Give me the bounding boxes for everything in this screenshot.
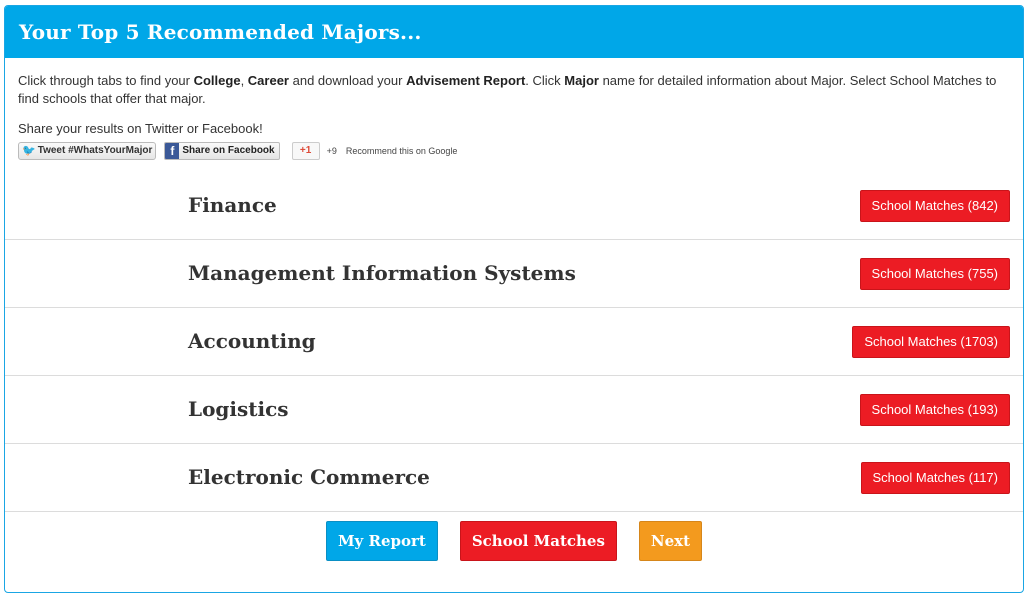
social-buttons: 🐦 Tweet #WhatsYourMajor f Share on Faceb… — [18, 140, 1009, 162]
school-matches-main-button[interactable]: School Matches — [459, 521, 617, 561]
panel-title: Your Top 5 Recommended Majors... — [19, 20, 422, 44]
major-row: Accounting School Matches (1703) — [5, 308, 1023, 376]
major-row: Finance School Matches (842) — [5, 172, 1023, 240]
major-row: Logistics School Matches (193) — [5, 376, 1023, 444]
school-matches-button[interactable]: School Matches (117) — [860, 462, 1010, 494]
action-bar: My Report School Matches Next — [5, 521, 1023, 561]
college-keyword: College — [193, 73, 241, 88]
major-name-link[interactable]: Finance — [188, 172, 277, 239]
twitter-bird-icon: 🐦 — [22, 145, 36, 157]
instructions-part: . Click — [525, 73, 565, 88]
intro-section: Click through tabs to find your College,… — [5, 58, 1023, 162]
instructions-text: Click through tabs to find your College,… — [18, 72, 1009, 108]
my-report-button[interactable]: My Report — [325, 521, 438, 561]
next-button[interactable]: Next — [638, 521, 703, 561]
gplus-label: +1 — [299, 145, 312, 156]
instructions-part: , — [240, 73, 248, 88]
gplus-recommend-text: Recommend this on Google — [345, 146, 458, 156]
facebook-label: Share on Facebook — [182, 145, 275, 156]
major-keyword: Major — [564, 73, 599, 88]
major-name-link[interactable]: Electronic Commerce — [188, 444, 430, 511]
google-plus-one-button[interactable]: +1 — [291, 142, 320, 160]
school-matches-button[interactable]: School Matches (193) — [859, 394, 1010, 426]
tweet-button[interactable]: 🐦 Tweet #WhatsYourMajor — [18, 142, 157, 160]
majors-list: Finance School Matches (842) Management … — [5, 172, 1023, 512]
major-name-link[interactable]: Logistics — [188, 376, 289, 443]
gplus-count: +9 — [326, 146, 337, 156]
report-keyword: Advisement Report — [406, 73, 526, 88]
major-name-link[interactable]: Accounting — [188, 308, 316, 375]
panel-header: Your Top 5 Recommended Majors... — [5, 6, 1023, 58]
school-matches-button[interactable]: School Matches (842) — [859, 190, 1010, 222]
major-row: Electronic Commerce School Matches (117) — [5, 444, 1023, 512]
school-matches-button[interactable]: School Matches (755) — [859, 258, 1010, 290]
school-matches-button[interactable]: School Matches (1703) — [852, 326, 1010, 358]
major-name-link[interactable]: Management Information Systems — [188, 240, 576, 307]
instructions-part: and download your — [289, 73, 407, 88]
share-prompt: Share your results on Twitter or Faceboo… — [18, 121, 263, 136]
facebook-icon: f — [165, 143, 180, 159]
facebook-share-button[interactable]: f Share on Facebook — [164, 142, 280, 160]
recommendations-panel: Your Top 5 Recommended Majors... Click t… — [4, 5, 1024, 593]
career-keyword: Career — [247, 73, 289, 88]
instructions-part: Click through tabs to find your — [18, 73, 194, 88]
major-row: Management Information Systems School Ma… — [5, 240, 1023, 308]
tweet-label: Tweet #WhatsYourMajor — [37, 145, 153, 156]
